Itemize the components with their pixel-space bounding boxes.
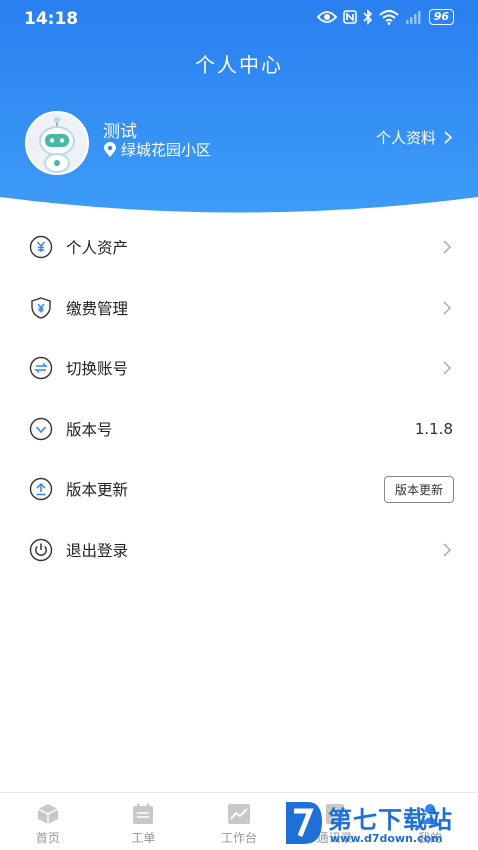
menu-label: 切换账号: [66, 360, 129, 379]
eye-icon: [316, 10, 337, 24]
battery-indicator: 96: [428, 9, 454, 25]
nav-label: 首页: [35, 831, 60, 845]
status-time: 14:18: [24, 9, 79, 29]
menu-item-payment[interactable]: 缴费管理: [0, 278, 478, 339]
robot-avatar-icon: [27, 113, 87, 173]
location-text: 绿城花园小区: [121, 141, 212, 159]
wifi-icon: [379, 9, 399, 25]
watermark: 第七下载站 www.d7down.com: [282, 796, 478, 850]
profile-link[interactable]: 个人资料: [376, 127, 452, 148]
menu-item-logout[interactable]: 退出登录: [0, 520, 478, 581]
menu-label: 退出登录: [66, 541, 129, 560]
d7-logo-icon: [286, 802, 322, 844]
screen: 14:18 96 个人中心 测试 绿城花园小区 个人资料 个人资产 缴费管理 切…: [0, 0, 478, 850]
power-icon: [29, 538, 53, 562]
nav-item-home[interactable]: 首页: [0, 793, 96, 850]
chevron-right-icon: [443, 301, 452, 315]
cube-icon: [37, 804, 59, 824]
upload-circle-icon: [29, 477, 53, 501]
menu-item-update: 版本更新 版本更新: [0, 459, 478, 520]
header: 14:18 96 个人中心 测试 绿城花园小区 个人资料: [0, 0, 478, 230]
menu-label: 版本更新: [66, 481, 129, 500]
location-pin-icon: [104, 141, 116, 157]
nav-item-workbench[interactable]: 工作台: [191, 793, 287, 850]
nav-label: 工单: [131, 831, 156, 845]
bluetooth-icon: [363, 9, 373, 25]
calendar-list-icon: [133, 803, 154, 824]
chevron-right-icon: [443, 361, 452, 375]
nav-label: 工作台: [220, 831, 257, 845]
menu-list: 个人资产 缴费管理 切换账号 版本号 1.1.8 版本更新 版本更新 退出登录: [0, 217, 478, 580]
yuan-circle-icon: [29, 235, 53, 259]
profile-link-label: 个人资料: [375, 129, 436, 147]
chevron-right-icon: [443, 543, 452, 557]
chevron-right-icon: [444, 131, 452, 144]
user-location: 绿城花园小区: [103, 139, 211, 160]
nfc-icon: [342, 10, 357, 24]
chevron-down-circle-icon: [29, 417, 53, 441]
chevron-right-icon: [443, 240, 452, 254]
menu-item-version: 版本号 1.1.8: [0, 399, 478, 460]
menu-item-switch-account[interactable]: 切换账号: [0, 338, 478, 399]
watermark-text: 第七下载站: [328, 806, 453, 834]
watermark-url: www.d7down.com: [330, 832, 443, 845]
shield-yuan-icon: [29, 296, 53, 320]
signal-icon: [405, 10, 423, 24]
menu-label: 个人资产: [66, 239, 129, 258]
menu-item-assets[interactable]: 个人资产: [0, 217, 478, 278]
page-title: 个人中心: [195, 53, 283, 77]
menu-label: 缴费管理: [66, 299, 129, 318]
chart-line-icon: [227, 804, 250, 824]
version-update-button[interactable]: 版本更新: [383, 475, 454, 503]
avatar[interactable]: [25, 111, 89, 175]
status-icons: 96: [316, 9, 454, 25]
nav-item-orders[interactable]: 工单: [96, 793, 192, 850]
status-bar: 14:18 96: [0, 0, 478, 38]
version-value: 1.1.8: [414, 419, 453, 438]
switch-arrows-icon: [29, 356, 53, 380]
menu-label: 版本号: [66, 420, 113, 439]
